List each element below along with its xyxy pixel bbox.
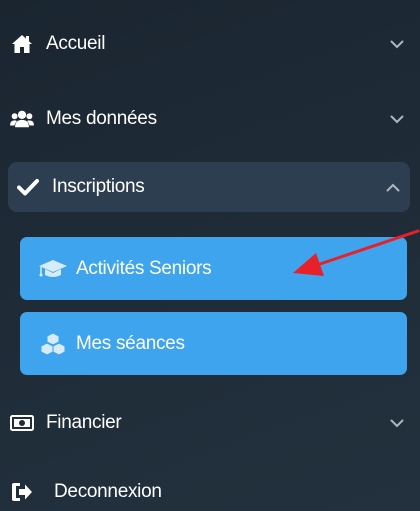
- money-icon: [10, 411, 34, 435]
- menu-item-accueil[interactable]: Accueil: [0, 14, 420, 74]
- graduation-cap-icon: [38, 257, 68, 281]
- menu-item-deconnexion[interactable]: Deconnexion: [0, 464, 420, 511]
- cubes-icon: [38, 331, 68, 356]
- submenu-item-label: Mes séances: [76, 332, 185, 354]
- home-icon: [10, 32, 34, 56]
- chevron-down-icon: [388, 110, 406, 128]
- submenu-item-mes-seances[interactable]: Mes séances: [20, 312, 407, 375]
- menu-item-label: Financier: [46, 412, 122, 433]
- menu-item-mes-donnees[interactable]: Mes données: [0, 89, 420, 149]
- chevron-down-icon: [388, 414, 406, 432]
- menu-item-inscriptions[interactable]: Inscriptions: [8, 162, 410, 212]
- submenu-item-activites-seniors[interactable]: Activités Seniors: [20, 237, 407, 300]
- chevron-down-icon: [388, 35, 406, 53]
- menu-item-financier[interactable]: Financier: [0, 393, 420, 453]
- menu-item-label: Mes données: [46, 108, 157, 129]
- sign-out-icon: [10, 480, 34, 504]
- chevron-up-icon: [384, 178, 402, 196]
- users-icon: [10, 107, 34, 131]
- sidebar-menu: Accueil Mes données Inscriptions Activit…: [0, 0, 420, 511]
- menu-item-label: Deconnexion: [54, 480, 162, 502]
- menu-item-label: Inscriptions: [52, 176, 145, 197]
- submenu-item-label: Activités Seniors: [76, 257, 212, 279]
- menu-item-label: Accueil: [46, 33, 106, 54]
- check-icon: [16, 175, 40, 199]
